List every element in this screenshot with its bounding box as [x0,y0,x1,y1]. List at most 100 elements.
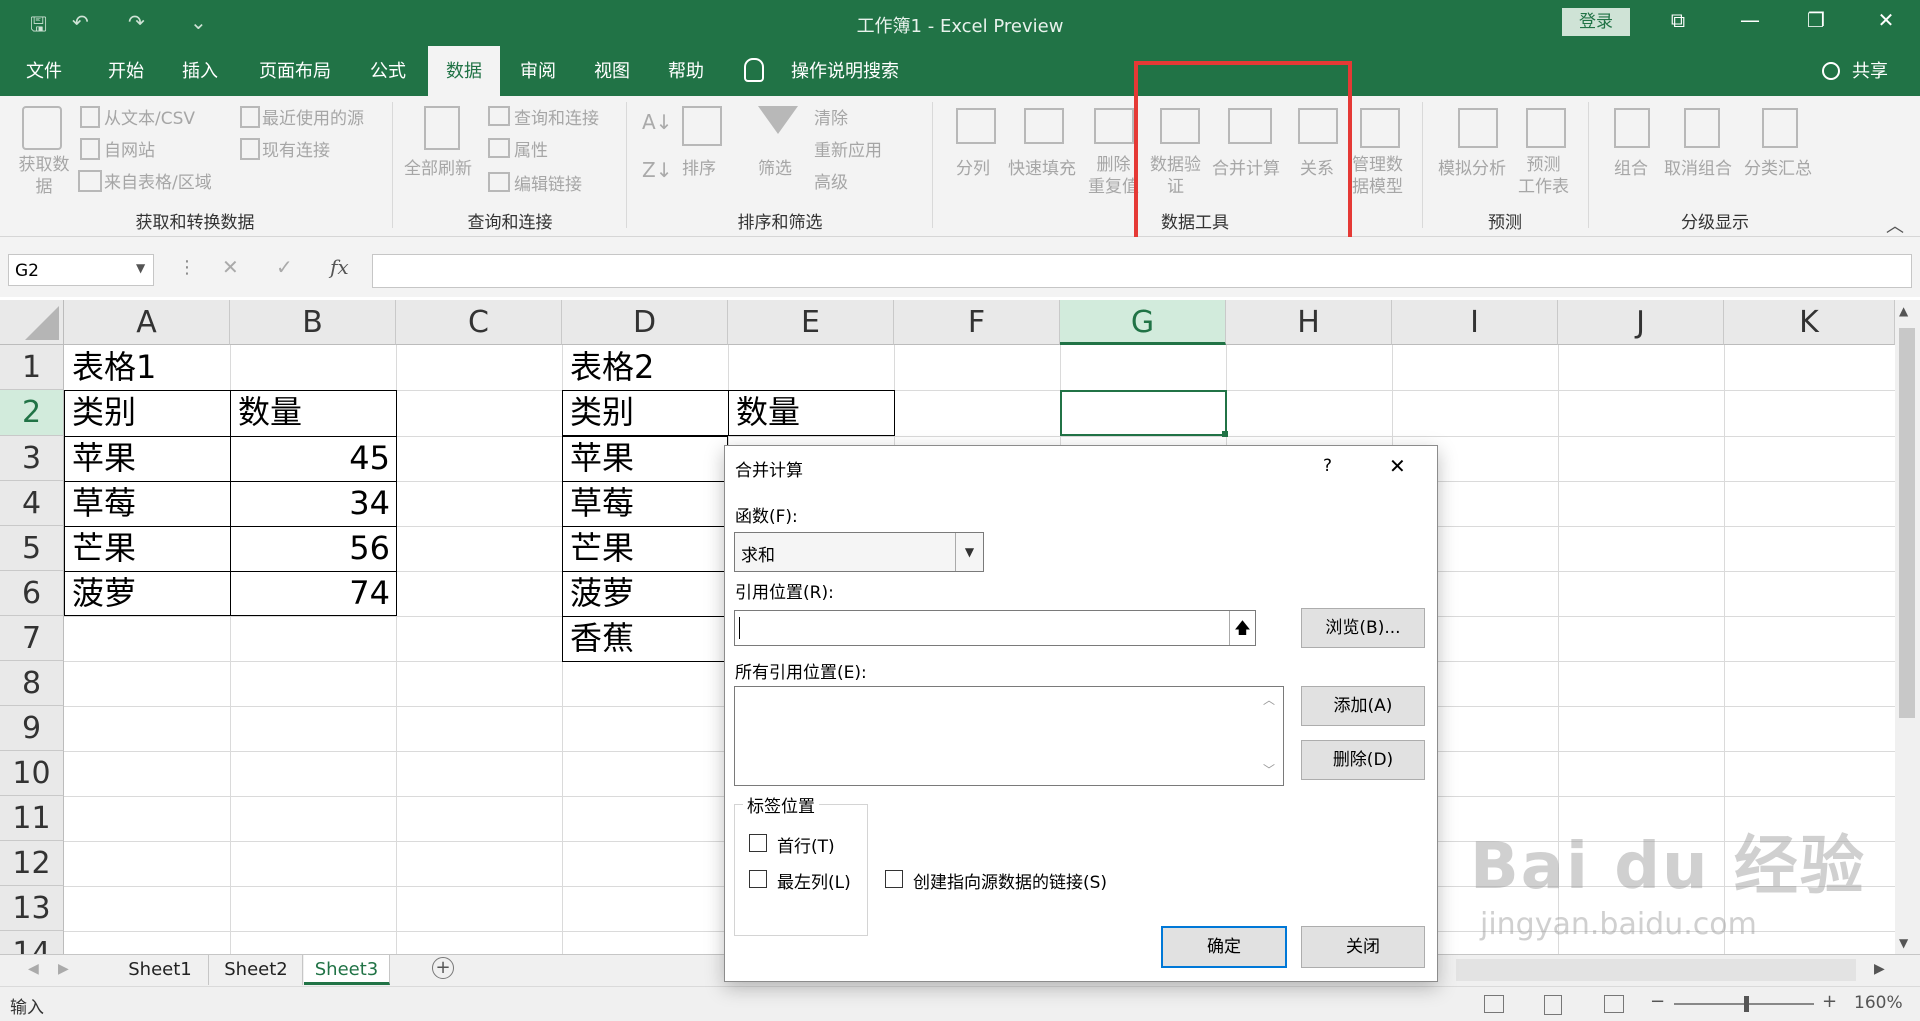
next-sheet-icon[interactable]: ▶ [58,961,69,977]
column-header-f[interactable]: F [894,300,1060,345]
cell-a6[interactable]: 菠萝 [72,571,136,615]
cell-d2[interactable]: 类别 [570,390,634,434]
add-button[interactable]: 添加(A) [1301,686,1425,726]
cell-b5[interactable]: 56 [232,526,390,570]
row-header-7[interactable]: 7 [0,616,64,661]
clear-filter-button[interactable]: 清除 [814,104,848,129]
formula-input[interactable] [372,254,1912,288]
sheet-tab-sheet3[interactable]: Sheet3 [304,955,390,985]
forecast-sheet-button[interactable]: 预测 工作表 [1518,154,1569,198]
from-table-button[interactable]: 来自表格/区域 [104,168,212,193]
tab-file[interactable]: 文件 [12,46,76,96]
sheet-tab-sheet2[interactable]: Sheet2 [210,955,303,985]
row-header-14[interactable]: 14 [0,931,64,954]
vertical-scrollbar[interactable]: ▲ ▼ [1895,300,1920,954]
column-header-h[interactable]: H [1226,300,1392,345]
collapse-ribbon-icon[interactable]: ︿ [1886,212,1904,238]
cell-a2[interactable]: 类别 [72,390,136,434]
properties-button[interactable]: 属性 [514,136,548,161]
column-header-g[interactable]: G [1060,300,1226,345]
add-sheet-icon[interactable]: + [432,957,454,979]
cell-a4[interactable]: 草莓 [72,481,136,525]
all-references-list[interactable]: ︿ ﹀ [734,686,1284,786]
create-links-checkbox[interactable] [885,870,903,888]
maximize-icon[interactable]: ❐ [1796,8,1836,32]
enter-entry-icon[interactable]: ✓ [276,255,293,279]
cell-e2[interactable]: 数量 [736,390,800,434]
reference-input[interactable]: 🡅 [734,610,1256,646]
edit-links-button[interactable]: 编辑链接 [514,170,582,195]
tab-review[interactable]: 审阅 [508,46,568,96]
queries-connections-button[interactable]: 查询和连接 [514,104,599,129]
column-header-i[interactable]: I [1392,300,1558,345]
function-select[interactable]: 求和 ▼ [734,532,984,572]
cell-d5[interactable]: 芒果 [570,526,634,570]
cell-b2[interactable]: 数量 [238,390,302,434]
manage-data-model-button[interactable]: 管理数 据模型 [1352,154,1403,198]
subtotal-button[interactable]: 分类汇总 [1744,154,1812,179]
tell-me-search[interactable]: 操作说明搜索 [780,46,910,96]
filter-button[interactable]: 筛选 [758,154,792,179]
column-header-a[interactable]: A [64,300,230,345]
flash-fill-button[interactable]: 快速填充 [1008,154,1076,179]
left-column-checkbox[interactable] [749,870,767,888]
sort-button[interactable]: 排序 [682,154,716,179]
select-all-button[interactable] [0,300,64,345]
get-data-button[interactable]: 获取数 据 [14,154,74,198]
sort-asc-icon[interactable]: A↓ [642,110,672,134]
from-web-button[interactable]: 自网站 [104,136,155,161]
advanced-filter-button[interactable]: 高级 [814,168,848,193]
active-cell-g2[interactable] [1060,390,1227,436]
row-header-11[interactable]: 11 [0,796,64,841]
cell-a3[interactable]: 苹果 [72,436,136,480]
row-header-3[interactable]: 3 [0,436,64,481]
from-text-csv-button[interactable]: 从文本/CSV [104,104,195,129]
cell-a1[interactable]: 表格1 [72,345,156,389]
existing-connections-button[interactable]: 现有连接 [262,136,330,161]
horizontal-scrollbar[interactable] [1456,959,1856,981]
cell-b3[interactable]: 45 [232,436,390,480]
row-header-9[interactable]: 9 [0,706,64,751]
cell-d4[interactable]: 草莓 [570,481,634,525]
list-scroll-up-icon[interactable]: ︿ [1263,691,1275,708]
row-header-10[interactable]: 10 [0,751,64,796]
cell-d7[interactable]: 香蕉 [570,616,634,660]
tab-formulas[interactable]: 公式 [356,46,420,96]
ribbon-display-options-icon[interactable]: ⧉ [1658,8,1698,32]
column-header-j[interactable]: J [1558,300,1724,345]
recent-sources-button[interactable]: 最近使用的源 [262,104,364,129]
scroll-right-icon[interactable]: ▶ [1874,961,1885,977]
cell-b4[interactable]: 34 [232,481,390,525]
page-layout-view-icon[interactable] [1544,995,1562,1015]
cancel-entry-icon[interactable]: ✕ [222,255,239,279]
dialog-close-icon[interactable]: ✕ [1389,454,1406,478]
ok-button[interactable]: 确定 [1161,926,1287,968]
row-header-1[interactable]: 1 [0,345,64,390]
tab-page-layout[interactable]: 页面布局 [250,46,340,96]
normal-view-icon[interactable] [1484,995,1504,1013]
minimize-icon[interactable]: — [1730,8,1770,32]
tab-data[interactable]: 数据 [428,46,500,96]
ungroup-button[interactable]: 取消组合 [1664,154,1732,179]
login-button[interactable]: 登录 [1562,8,1630,36]
top-row-checkbox[interactable] [749,834,767,852]
column-header-c[interactable]: C [396,300,562,345]
what-if-analysis-button[interactable]: 模拟分析 [1438,154,1506,179]
scroll-thumb[interactable] [1899,328,1915,718]
row-header-2[interactable]: 2 [0,390,64,436]
prev-sheet-icon[interactable]: ◀ [28,961,39,977]
row-header-6[interactable]: 6 [0,571,64,616]
row-header-12[interactable]: 12 [0,841,64,886]
scroll-up-icon[interactable]: ▲ [1899,304,1908,318]
row-header-4[interactable]: 4 [0,481,64,526]
column-header-d[interactable]: D [562,300,728,345]
zoom-slider-thumb[interactable] [1744,996,1749,1012]
scroll-down-icon[interactable]: ▼ [1899,936,1908,950]
tab-view[interactable]: 视图 [582,46,642,96]
column-header-e[interactable]: E [728,300,894,345]
name-box[interactable]: G2 [8,254,154,286]
page-break-view-icon[interactable] [1604,995,1624,1013]
collapse-dialog-icon[interactable]: 🡅 [1229,611,1255,645]
dialog-help-icon[interactable]: ? [1323,456,1332,476]
cell-a5[interactable]: 芒果 [72,526,136,570]
